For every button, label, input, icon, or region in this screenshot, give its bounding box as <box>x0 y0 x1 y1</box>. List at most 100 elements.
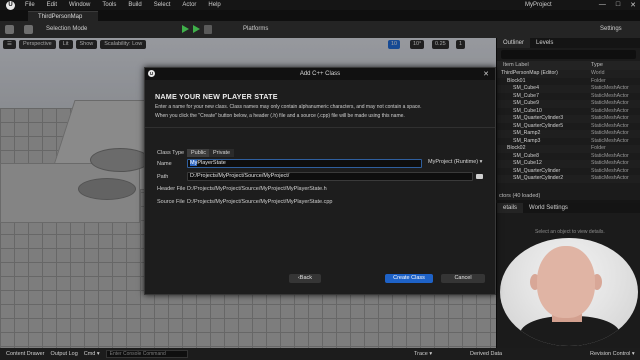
outliner-search-row <box>497 48 640 61</box>
webcam-overlay <box>500 238 638 346</box>
class-type-public[interactable]: Public <box>187 149 210 157</box>
cancel-button[interactable]: Cancel <box>441 274 485 283</box>
outliner-row[interactable]: SM_Ramp3 StaticMeshActor <box>497 138 640 146</box>
back-button[interactable]: ‹Back <box>289 274 321 283</box>
class-type-private[interactable]: Private <box>209 149 235 157</box>
menu-build[interactable]: Build <box>128 2 141 8</box>
dialog-heading: NAME YOUR NEW PLAYER STATE <box>155 92 278 101</box>
module-dropdown[interactable]: MyProject (Runtime) ▾ <box>428 159 482 165</box>
menu-actor[interactable]: Actor <box>182 2 196 8</box>
tab-details[interactable]: etails <box>497 203 524 213</box>
outliner-row-type: StaticMeshActor <box>591 130 629 136</box>
outliner-row-label: Block01 <box>507 77 526 84</box>
outliner-search-input[interactable] <box>501 50 636 59</box>
play-icon[interactable] <box>182 25 189 33</box>
outliner-row-type: StaticMeshActor <box>591 160 629 166</box>
source-file-label: Source File <box>157 199 185 205</box>
outliner-row-label: SM_QuarterCylinder5 <box>513 122 564 129</box>
outliner-row[interactable]: SM_QuarterCylinder2 StaticMeshActor <box>497 175 640 183</box>
menu-window[interactable]: Window <box>69 2 90 8</box>
menu-tools[interactable]: Tools <box>102 2 116 8</box>
cmd-dropdown[interactable]: Cmd ▾ <box>84 351 100 357</box>
outliner-panel: Outliner Levels Item Label Type ThirdPer… <box>496 38 640 200</box>
dialog-description-2: When you click the "Create" button below… <box>155 113 405 119</box>
outliner-list: ThirdPersonMap (Editor) World Block01 Folde… <box>497 70 640 183</box>
outliner-row[interactable]: Block02 Folder <box>497 145 640 153</box>
outliner-row[interactable]: SM_QuarterCylinder3 StaticMeshActor <box>497 115 640 123</box>
details-tabs: etails World Settings <box>497 203 640 213</box>
menu-help[interactable]: Help <box>208 2 220 8</box>
outliner-row-label: ThirdPersonMap (Editor) <box>501 70 558 76</box>
outliner-row-label: SM_Ramp3 <box>513 137 541 144</box>
outliner-row-type: StaticMeshActor <box>591 152 629 159</box>
outliner-row-type: StaticMeshActor <box>591 85 629 91</box>
play-options-icon[interactable] <box>193 25 200 33</box>
actor-count: ctors (40 loaded) <box>499 193 541 199</box>
content-drawer-button[interactable]: Content Drawer <box>6 351 45 357</box>
outliner-row[interactable]: SM_Cube7 StaticMeshActor <box>497 93 640 101</box>
outliner-row[interactable]: SM_QuarterCylinder5 StaticMeshActor <box>497 123 640 131</box>
menu-select[interactable]: Select <box>154 2 171 8</box>
create-class-button[interactable]: Create Class <box>385 274 433 283</box>
source-file-value: D:/Projects/MyProject/Source/MyProject/M… <box>187 199 333 205</box>
outliner-row-label: SM_Cube12 <box>513 160 542 166</box>
unreal-dialog-logo-icon: U <box>148 70 155 77</box>
outliner-row[interactable]: SM_Cube10 StaticMeshActor <box>497 108 640 116</box>
trace-button[interactable]: Trace ▾ <box>414 351 432 357</box>
content-icon[interactable] <box>24 25 33 34</box>
outliner-row[interactable]: SM_Cube4 StaticMeshActor <box>497 85 640 93</box>
menu-bar: U File Edit Window Tools Build Select Ac… <box>0 0 640 10</box>
outliner-row-type: StaticMeshActor <box>591 115 629 121</box>
name-label: Name <box>157 161 172 167</box>
console-command-input[interactable]: Enter Console Command <box>105 350 188 358</box>
tab-levels[interactable]: Levels <box>530 38 559 48</box>
column-item-label[interactable]: Item Label <box>497 61 591 70</box>
outliner-row-label: SM_Cube9 <box>513 100 539 106</box>
outliner-row-type: StaticMeshActor <box>591 92 629 99</box>
dialog-close-icon[interactable]: ✕ <box>483 70 489 78</box>
project-name: MyProject <box>525 2 552 8</box>
tab-thirdpersonmap[interactable]: ThirdPersonMap <box>28 11 98 21</box>
settings-button[interactable]: Settings <box>600 26 622 32</box>
close-window-button[interactable]: ✕ <box>630 1 636 9</box>
outliner-row-type: StaticMeshActor <box>591 122 629 129</box>
outliner-row-type: Folder <box>591 77 606 84</box>
outliner-row[interactable]: SM_Ramp2 StaticMeshActor <box>497 130 640 138</box>
add-cpp-class-dialog: U Add C++ Class ✕ NAME YOUR NEW PLAYER S… <box>144 67 496 295</box>
menu-edit[interactable]: Edit <box>47 2 57 8</box>
level-tab-row: ThirdPersonMap <box>0 10 640 21</box>
path-input[interactable]: D:/Projects/MyProject/Source/MyProject/ <box>187 172 473 181</box>
menu-file[interactable]: File <box>25 2 35 8</box>
outliner-row-label: SM_Cube7 <box>513 92 539 99</box>
minimize-button[interactable]: — <box>599 1 606 9</box>
outliner-row[interactable]: SM_Cube12 StaticMeshActor <box>497 160 640 168</box>
output-log-button[interactable]: Output Log <box>51 351 78 357</box>
outliner-row-label: SM_Cube10 <box>513 107 542 114</box>
dialog-title: Add C++ Class <box>299 71 341 77</box>
save-icon[interactable] <box>5 25 14 34</box>
class-name-input[interactable]: MyPlayerState <box>187 159 422 168</box>
platforms-dropdown[interactable]: Platforms <box>243 26 268 32</box>
revision-control-button[interactable]: Revision Control ▾ <box>590 351 635 357</box>
outliner-row[interactable]: Block01 Folder <box>497 78 640 86</box>
outliner-row[interactable]: SM_QuarterCylinder StaticMeshActor <box>497 168 640 176</box>
unreal-logo-icon[interactable]: U <box>6 0 15 10</box>
outliner-row[interactable]: SM_Cube9 StaticMeshActor <box>497 100 640 108</box>
more-play-options-icon[interactable] <box>204 25 212 34</box>
selection-mode-dropdown[interactable]: Selection Mode <box>46 26 87 32</box>
window-controls: — □ ✕ <box>599 1 636 9</box>
outliner-row[interactable]: ThirdPersonMap (Editor) World <box>497 70 640 78</box>
outliner-row[interactable]: SM_Cube8 StaticMeshActor <box>497 153 640 161</box>
maximize-button[interactable]: □ <box>616 1 620 9</box>
outliner-tabs: Outliner Levels <box>497 38 640 48</box>
outliner-row-type: StaticMeshActor <box>591 100 629 106</box>
outliner-column-header: Item Label Type <box>497 61 640 70</box>
column-type[interactable]: Type <box>591 61 603 70</box>
outliner-row-type: Folder <box>591 145 606 151</box>
outliner-row-label: SM_QuarterCylinder3 <box>513 115 564 121</box>
derived-data-button[interactable]: Derived Data <box>470 351 502 357</box>
outliner-row-type: StaticMeshActor <box>591 175 629 181</box>
tab-world-settings[interactable]: World Settings <box>523 203 574 213</box>
folder-icon[interactable] <box>476 174 483 179</box>
tab-outliner[interactable]: Outliner <box>497 38 531 48</box>
